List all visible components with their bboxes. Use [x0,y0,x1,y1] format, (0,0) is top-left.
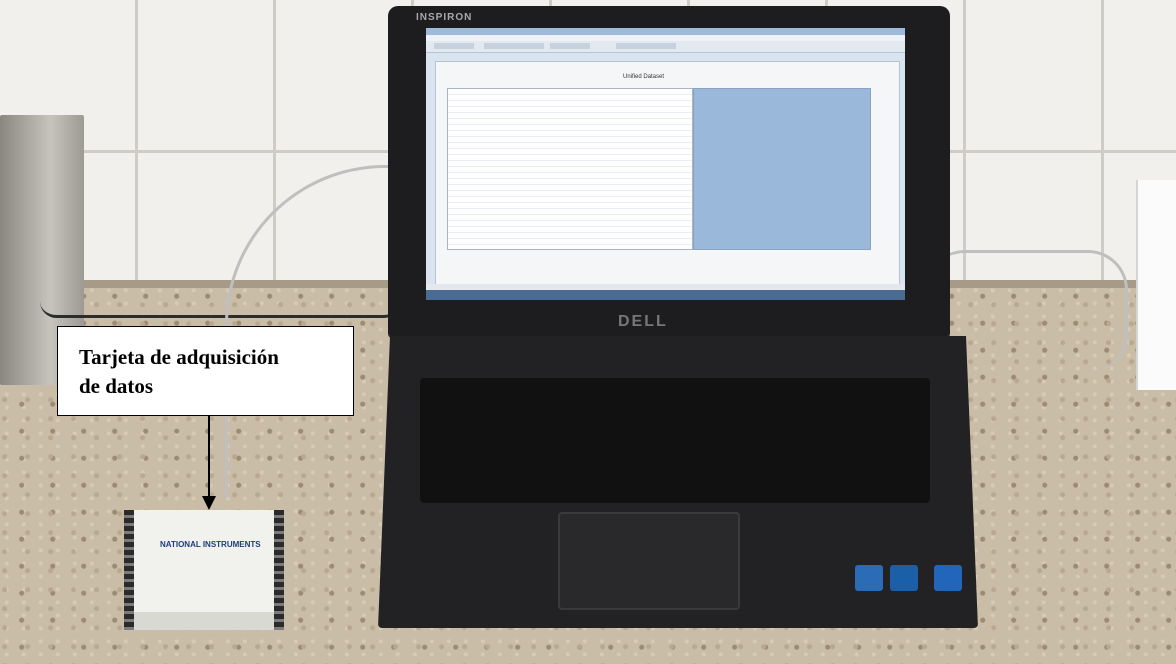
touchpad [558,512,740,610]
annotation-line-1: Tarjeta de adquisición [79,345,279,369]
laptop-screen: Unified Dataset [426,28,905,300]
windows-sticker [934,565,962,591]
arrow-shaft [208,416,210,500]
keyboard [420,378,930,503]
window-toolbar [426,41,905,53]
white-appliance [1136,180,1176,390]
arrow-head-icon [202,496,216,510]
intel-core-sticker [890,565,918,591]
taskbar [426,290,905,300]
chart-area [693,88,871,250]
dataset-title: Unified Dataset [623,74,665,80]
ni-logo: NATIONAL INSTRUMENTS [160,540,261,549]
laptop-lid: INSPIRON Unified Dataset DELL [388,6,950,336]
dataset-panel: Unified Dataset [435,61,900,288]
annotation-box: Tarjeta de adquisición de datos [57,326,354,416]
daq-device: NATIONAL INSTRUMENTS [124,510,284,630]
lab-photo: INSPIRON Unified Dataset DELL NATIONAL I… [0,0,1176,664]
lid-brand-label: INSPIRON [416,12,473,23]
screw-terminal-right [274,510,284,630]
dell-logo: DELL [618,313,668,330]
data-table [447,88,693,250]
window-titlebar [426,28,905,35]
annotation-line-2: de datos [79,374,154,398]
energy-star-sticker [855,565,883,591]
screw-terminal-left [124,510,134,630]
